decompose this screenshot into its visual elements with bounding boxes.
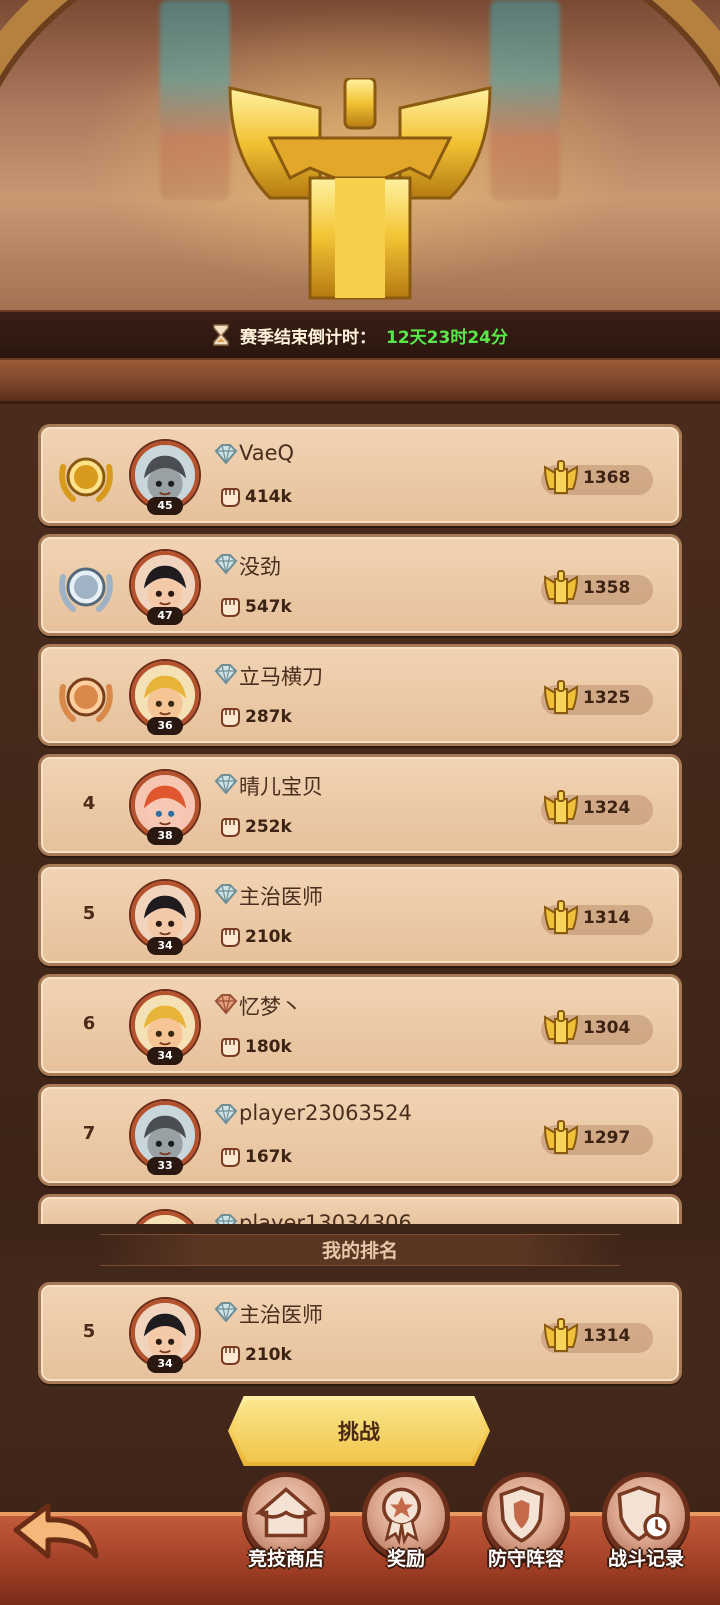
- nav-label: 竞技商店: [247, 1548, 324, 1570]
- player-power: 414k: [245, 487, 292, 507]
- power-fist-icon: [217, 483, 243, 509]
- countdown-label: 赛季结束倒计时：: [240, 327, 376, 348]
- trophy-icon: [228, 78, 492, 300]
- power-fist-icon: [217, 703, 243, 729]
- rank-medal-bronze-icon: [55, 667, 117, 727]
- ranking-row[interactable]: 6 34 忆梦丶 180k 1304: [38, 974, 682, 1076]
- ranking-row[interactable]: player13034306: [38, 1194, 682, 1224]
- my-rank-title: 我的排名: [321, 1240, 398, 1262]
- ranking-row[interactable]: 4 38 晴儿宝贝 252k 1324: [38, 754, 682, 856]
- nav-arena-shop[interactable]: 竞技商店: [236, 1472, 336, 1582]
- rank-number: 6: [82, 1013, 96, 1034]
- arena-score: 1358: [583, 578, 631, 598]
- rank-number: 5: [82, 1321, 96, 1342]
- player-name: 立马横刀: [239, 665, 323, 689]
- ranking-row[interactable]: 36 立马横刀 287k 1325: [38, 644, 682, 746]
- ranking-row[interactable]: 45 VaeQ 414k 1368: [38, 424, 682, 526]
- arena-score: 1324: [583, 798, 631, 818]
- ranking-row[interactable]: 7 33 player23063524 167k 1297: [38, 1084, 682, 1186]
- league-gem-icon: [213, 993, 239, 1015]
- arena-score: 1314: [583, 1326, 631, 1346]
- arena-score: 1304: [583, 1018, 631, 1038]
- power-fist-icon: [217, 1033, 243, 1059]
- ranking-row[interactable]: 5 34 主治医师 210k 1314: [38, 864, 682, 966]
- player-name: 忆梦丶: [239, 995, 302, 1019]
- trophy-score-icon: [541, 1315, 581, 1355]
- countdown-value: 12天23时24分: [386, 327, 508, 348]
- player-level-badge: 34: [147, 1355, 183, 1373]
- player-name: VaeQ: [239, 441, 295, 465]
- rank-number: 7: [82, 1123, 96, 1144]
- power-fist-icon: [217, 813, 243, 839]
- my-rank-area: 5 34 主治医师 210k 1314: [0, 1276, 720, 1406]
- nav-label: 战斗记录: [607, 1548, 684, 1570]
- rank-number: 4: [82, 793, 96, 814]
- trophy-score-icon: [541, 677, 581, 717]
- player-level-badge: 34: [147, 937, 183, 955]
- player-power: 167k: [245, 1147, 292, 1167]
- trophy-score-icon: [541, 567, 581, 607]
- trophy-score-icon: [541, 787, 581, 827]
- power-fist-icon: [217, 1341, 243, 1367]
- nav-defense-lineup[interactable]: 防守阵容: [476, 1472, 576, 1582]
- back-arrow-icon[interactable]: [10, 1500, 102, 1570]
- league-gem-icon: [213, 443, 239, 465]
- trophy-score-icon: [541, 1117, 581, 1157]
- league-gem-icon: [213, 1301, 239, 1323]
- ranking-list[interactable]: 45 VaeQ 414k 1368 47 没劲 547k 1358 36 立马横…: [0, 404, 720, 1224]
- player-avatar[interactable]: [131, 1211, 199, 1224]
- ranking-row[interactable]: 47 没劲 547k 1358: [38, 534, 682, 636]
- power-fist-icon: [217, 1143, 243, 1169]
- league-gem-icon: [213, 883, 239, 905]
- hourglass-icon: [213, 324, 229, 346]
- player-level-badge: 38: [147, 827, 183, 845]
- player-power: 180k: [245, 1037, 292, 1057]
- power-fist-icon: [217, 923, 243, 949]
- nav-label: 奖励: [386, 1548, 425, 1570]
- ranking-row[interactable]: 5 34 主治医师 210k 1314: [38, 1282, 682, 1384]
- trophy-score-icon: [541, 1007, 581, 1047]
- arena-score: 1297: [583, 1128, 631, 1148]
- arena-score: 1325: [583, 688, 631, 708]
- player-name: player13034306: [239, 1211, 412, 1224]
- rank-medal-silver-icon: [55, 557, 117, 617]
- player-power: 547k: [245, 597, 292, 617]
- league-gem-icon: [213, 553, 239, 575]
- league-gem-icon: [213, 773, 239, 795]
- my-rank-header: 我的排名: [0, 1224, 720, 1276]
- challenge-button[interactable]: 挑战: [228, 1396, 490, 1466]
- player-level-badge: 33: [147, 1157, 183, 1175]
- player-name: 主治医师: [239, 885, 323, 909]
- player-name: 晴儿宝贝: [239, 775, 323, 799]
- wood-divider: [0, 360, 720, 404]
- power-fist-icon: [217, 593, 243, 619]
- player-level-badge: 36: [147, 717, 183, 735]
- season-countdown: 赛季结束倒计时： 12天23时24分: [0, 310, 720, 360]
- arena-score: 1368: [583, 468, 631, 488]
- player-name: player23063524: [239, 1101, 412, 1125]
- player-name: 主治医师: [239, 1303, 323, 1327]
- player-power: 252k: [245, 817, 292, 837]
- player-name: 没劲: [239, 555, 281, 579]
- rank-medal-gold-icon: [55, 447, 117, 507]
- player-level-badge: 45: [147, 497, 183, 515]
- arena-score: 1314: [583, 908, 631, 928]
- nav-battle-record[interactable]: 战斗记录: [596, 1472, 696, 1582]
- player-power: 210k: [245, 1345, 292, 1365]
- challenge-label: 挑战: [338, 1420, 380, 1444]
- rank-number: 5: [82, 903, 96, 924]
- player-level-badge: 34: [147, 1047, 183, 1065]
- player-power: 287k: [245, 707, 292, 727]
- league-gem-icon: [213, 1213, 239, 1224]
- nav-reward[interactable]: 奖励: [356, 1472, 456, 1582]
- player-power: 210k: [245, 927, 292, 947]
- trophy-score-icon: [541, 457, 581, 497]
- league-gem-icon: [213, 663, 239, 685]
- trophy-score-icon: [541, 897, 581, 937]
- season-banner: [0, 0, 720, 330]
- nav-label: 防守阵容: [487, 1548, 564, 1570]
- player-level-badge: 47: [147, 607, 183, 625]
- league-gem-icon: [213, 1103, 239, 1125]
